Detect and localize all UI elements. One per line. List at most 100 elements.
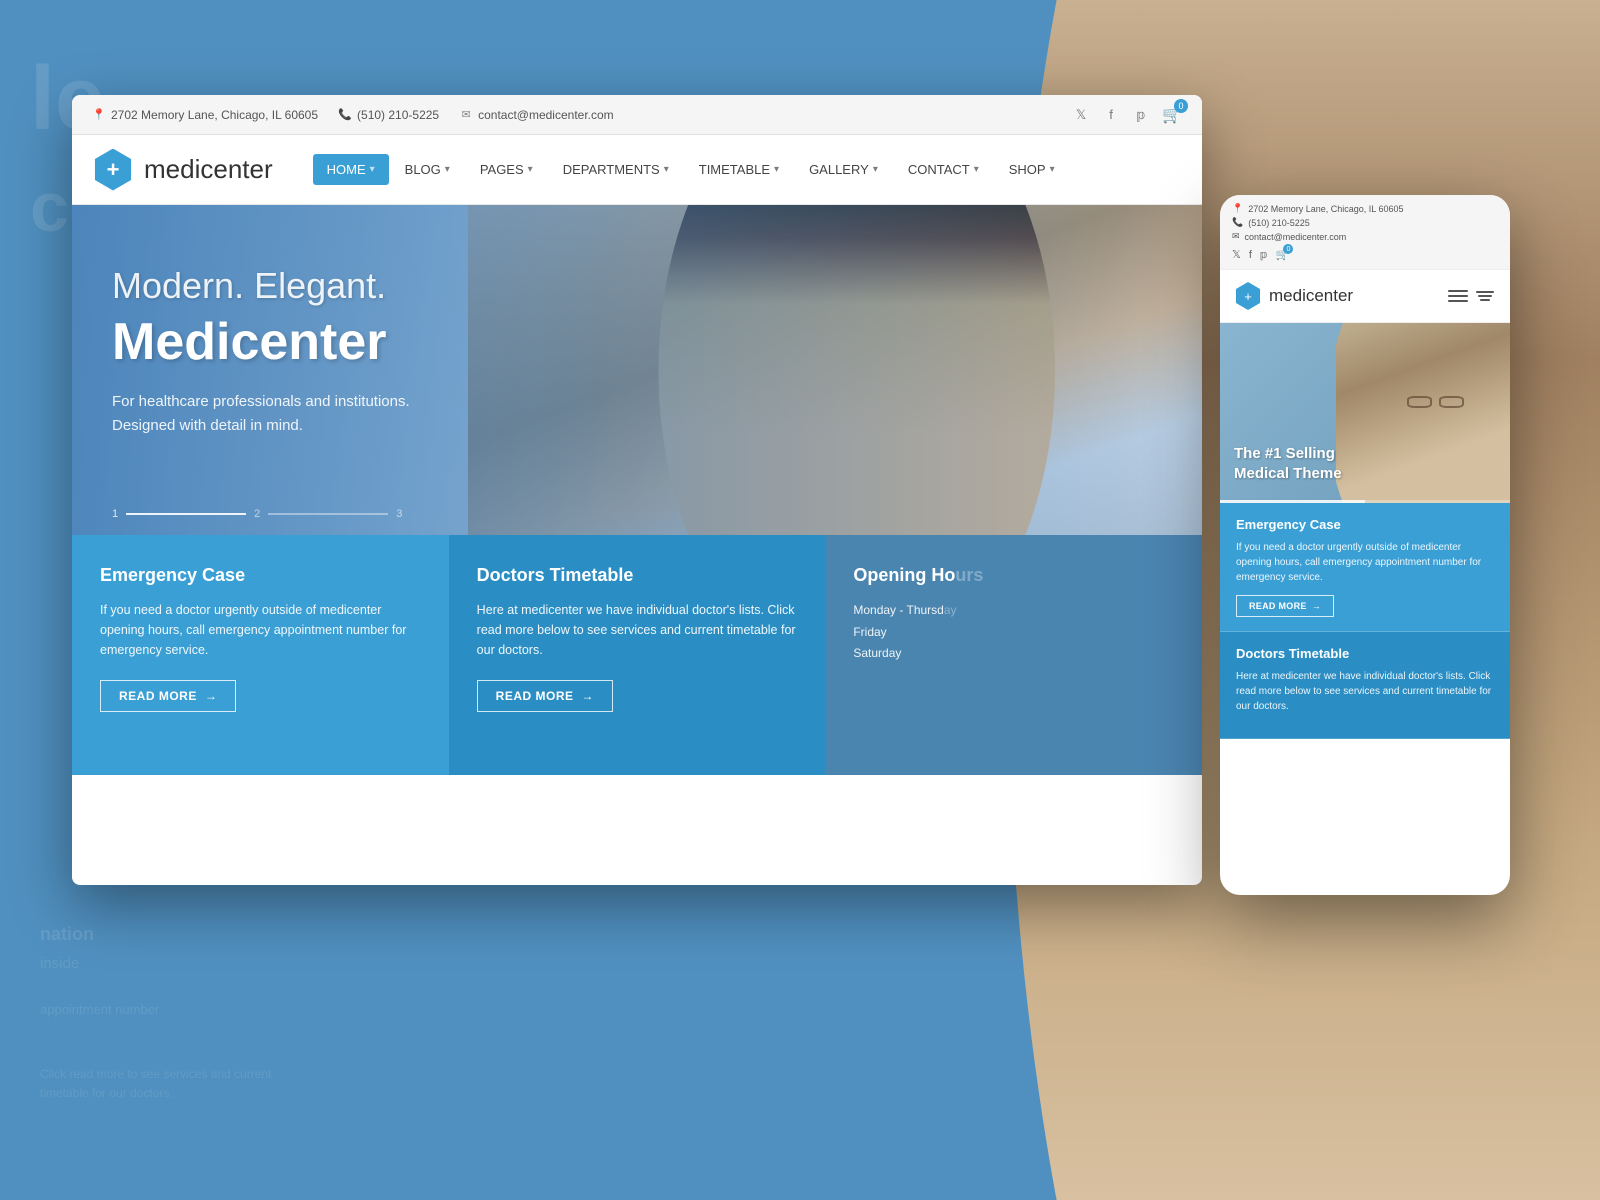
- logo-symbol: +: [107, 157, 120, 183]
- mobile-hero-doctor: [1336, 323, 1510, 503]
- card-timetable-btn[interactable]: READ MORE →: [477, 680, 613, 712]
- mobile-phone-item: 📞 (510) 210-5225: [1232, 217, 1498, 228]
- address-text: 2702 Memory Lane, Chicago, IL 60605: [111, 108, 318, 122]
- slide-num-1[interactable]: 1: [112, 508, 118, 520]
- mobile-hero-progress-fill: [1220, 500, 1365, 503]
- bg-deco-bottom: nation inside appointment number Click r…: [40, 924, 271, 1100]
- nav-gallery-arrow: ▾: [873, 164, 878, 175]
- filter-line-3: [1480, 299, 1490, 301]
- mobile-location-icon: 📍: [1232, 203, 1243, 214]
- hero-desc: For healthcare professionals and institu…: [112, 390, 410, 438]
- card-hours-title: Opening Hours: [853, 565, 1174, 586]
- mobile-nav-bar: + medicenter: [1220, 270, 1510, 323]
- hours-row-1: Monday - Thursday: [853, 600, 1174, 622]
- filter-line-2: [1478, 295, 1492, 297]
- doctor-glasses-area: [1407, 395, 1467, 410]
- top-bar-right: 𝕏 f 𝕡 🛒 0: [1072, 105, 1182, 125]
- slide-num-3[interactable]: 3: [396, 508, 402, 520]
- mobile-phone-text: (510) 210-5225: [1248, 218, 1310, 228]
- mobile-hero-progress-track: [1220, 500, 1510, 503]
- mobile-email-text: contact@medicenter.com: [1245, 232, 1347, 242]
- nav-contact-label: CONTACT: [908, 162, 970, 177]
- mobile-social-row: 𝕏 f 𝕡 🛒 0: [1232, 248, 1498, 261]
- logo[interactable]: + medicenter: [92, 149, 273, 191]
- mobile-twitter-icon[interactable]: 𝕏: [1232, 248, 1241, 261]
- email-text: contact@medicenter.com: [478, 108, 614, 122]
- nav-timetable-label: TIMETABLE: [699, 162, 770, 177]
- mobile-card-emergency: Emergency Case If you need a doctor urge…: [1220, 503, 1510, 632]
- mobile-menu-icons: [1448, 290, 1496, 302]
- mobile-card-timetable-desc: Here at medicenter we have individual do…: [1236, 669, 1494, 714]
- nav-blog-label: BLOG: [405, 162, 441, 177]
- card-emergency-btn-arrow: →: [205, 689, 218, 703]
- mobile-logo-name: medicenter: [1269, 286, 1353, 306]
- hamburger-line-2: [1448, 295, 1468, 297]
- logo-icon: +: [92, 149, 134, 191]
- facebook-icon[interactable]: f: [1102, 106, 1120, 124]
- main-nav: HOME ▾ BLOG ▾ PAGES ▾ DEPARTMENTS ▾ TIME…: [313, 154, 1182, 185]
- nav-home[interactable]: HOME ▾: [313, 154, 389, 185]
- nav-timetable[interactable]: TIMETABLE ▾: [685, 154, 793, 185]
- opening-hours-list: Monday - Thursday Friday Saturday: [853, 600, 1174, 665]
- nav-pages[interactable]: PAGES ▾: [466, 154, 547, 185]
- mobile-card-emergency-btn-arrow: →: [1312, 601, 1321, 611]
- mobile-phone-icon: 📞: [1232, 217, 1243, 228]
- nav-shop-arrow: ▾: [1050, 164, 1055, 175]
- nav-gallery-label: GALLERY: [809, 162, 869, 177]
- address-item: 📍 2702 Memory Lane, Chicago, IL 60605: [92, 108, 318, 122]
- pinterest-icon[interactable]: 𝕡: [1132, 106, 1150, 124]
- card-emergency: Emergency Case If you need a doctor urge…: [72, 535, 449, 775]
- hero-content: Modern. Elegant. Medicenter For healthca…: [112, 265, 410, 438]
- nav-blog[interactable]: BLOG ▾: [391, 154, 464, 185]
- card-hours: Opening Hours Monday - Thursday Friday S…: [825, 535, 1202, 775]
- nav-departments[interactable]: DEPARTMENTS ▾: [549, 154, 683, 185]
- top-bar: 📍 2702 Memory Lane, Chicago, IL 60605 📞 …: [72, 95, 1202, 135]
- nav-departments-arrow: ▾: [664, 164, 669, 175]
- mobile-mockup: 📍 2702 Memory Lane, Chicago, IL 60605 📞 …: [1220, 195, 1510, 895]
- nav-pages-arrow: ▾: [528, 164, 533, 175]
- card-timetable-btn-label: READ MORE: [496, 689, 574, 703]
- hours-row-2: Friday: [853, 622, 1174, 644]
- phone-icon: 📞: [338, 108, 352, 122]
- cart-icon-wrap[interactable]: 🛒 0: [1162, 105, 1182, 125]
- mobile-top-bar: 📍 2702 Memory Lane, Chicago, IL 60605 📞 …: [1220, 195, 1510, 270]
- mobile-address-item: 📍 2702 Memory Lane, Chicago, IL 60605: [1232, 203, 1498, 214]
- phone-text: (510) 210-5225: [357, 108, 439, 122]
- browser-window: 📍 2702 Memory Lane, Chicago, IL 60605 📞 …: [72, 95, 1202, 885]
- mobile-logo[interactable]: + medicenter: [1234, 282, 1353, 310]
- hero-section: Modern. Elegant. Medicenter For healthca…: [72, 205, 1202, 535]
- slide-num-2[interactable]: 2: [254, 508, 260, 520]
- indicator-line-2: [268, 513, 388, 515]
- mobile-cart-wrap[interactable]: 🛒 0: [1276, 248, 1290, 261]
- mobile-card-emergency-btn[interactable]: READ MORE →: [1236, 595, 1334, 617]
- card-timetable: Doctors Timetable Here at medicenter we …: [449, 535, 826, 775]
- nav-contact[interactable]: CONTACT ▾: [894, 154, 993, 185]
- mobile-facebook-icon[interactable]: f: [1249, 249, 1252, 261]
- nav-shop[interactable]: SHOP ▾: [995, 154, 1069, 185]
- card-emergency-btn[interactable]: READ MORE →: [100, 680, 236, 712]
- hamburger-menu-icon[interactable]: [1448, 290, 1468, 302]
- mobile-hero-title-line2: Medical Theme: [1234, 464, 1342, 484]
- twitter-icon[interactable]: 𝕏: [1072, 106, 1090, 124]
- filter-adjust-icon[interactable]: [1476, 291, 1496, 301]
- hero-title: Medicenter: [112, 312, 410, 372]
- mobile-card-emergency-title: Emergency Case: [1236, 517, 1494, 532]
- email-icon: ✉: [459, 108, 473, 122]
- mobile-email-item: ✉ contact@medicenter.com: [1232, 231, 1498, 242]
- mobile-hero: The #1 Selling Medical Theme 2: [1220, 323, 1510, 503]
- card-emergency-btn-label: READ MORE: [119, 689, 197, 703]
- mobile-pinterest-icon[interactable]: 𝕡: [1260, 248, 1268, 261]
- location-icon: 📍: [92, 108, 106, 122]
- nav-home-label: HOME: [327, 162, 366, 177]
- email-item: ✉ contact@medicenter.com: [459, 108, 614, 122]
- mobile-card-emergency-btn-label: READ MORE: [1249, 601, 1307, 611]
- phone-item: 📞 (510) 210-5225: [338, 108, 439, 122]
- nav-home-arrow: ▾: [370, 164, 375, 175]
- cart-badge: 0: [1174, 99, 1188, 113]
- nav-gallery[interactable]: GALLERY ▾: [795, 154, 892, 185]
- mobile-email-icon: ✉: [1232, 231, 1240, 242]
- card-timetable-btn-arrow: →: [582, 689, 595, 703]
- hours-row-3: Saturday: [853, 643, 1174, 665]
- mobile-address-text: 2702 Memory Lane, Chicago, IL 60605: [1248, 204, 1403, 214]
- mobile-logo-symbol: +: [1244, 289, 1252, 304]
